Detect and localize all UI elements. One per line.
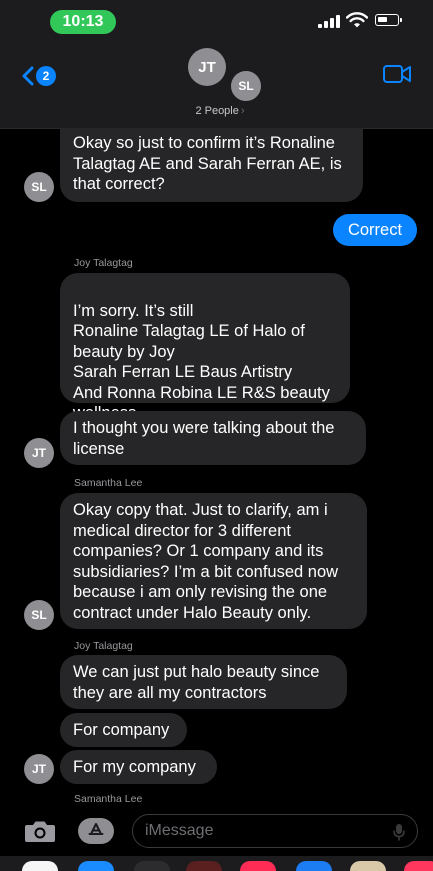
- unread-badge: 2: [36, 66, 56, 86]
- status-time: 10:13: [50, 10, 116, 34]
- sender-name: Samantha Lee: [74, 793, 143, 805]
- people-count-label: 2 People: [195, 105, 239, 117]
- message-input[interactable]: [132, 814, 418, 848]
- app-icon[interactable]: [404, 861, 433, 871]
- avatar-jt[interactable]: JT: [24, 754, 54, 784]
- signal-icon: [318, 14, 340, 28]
- video-camera-icon[interactable]: [383, 65, 411, 83]
- message-text: Correct: [347, 221, 403, 239]
- avatar-sl[interactable]: SL: [229, 69, 263, 103]
- app-icon[interactable]: [350, 861, 386, 871]
- message-bubble[interactable]: I thought you were talking about the lic…: [60, 411, 366, 465]
- message-text: For company: [73, 721, 170, 739]
- app-store-app-icon[interactable]: [78, 861, 114, 871]
- message-bubble[interactable]: For company: [60, 713, 187, 747]
- message-text: We can just put halo beauty since they a…: [73, 663, 320, 702]
- chevron-right-icon: ›: [240, 105, 245, 117]
- message-text: Okay copy that. Just to clarify, am i me…: [73, 501, 339, 622]
- sender-name: Samantha Lee: [74, 477, 143, 489]
- message-thread[interactable]: Okay so just to confirm it’s Ronaline Ta…: [0, 128, 433, 808]
- conversation-header: 2 JT SL 2 People ›: [0, 40, 433, 129]
- app-store-button[interactable]: [78, 818, 114, 844]
- app-icon[interactable]: [134, 861, 170, 871]
- message-bubble-outgoing[interactable]: Correct: [333, 214, 417, 246]
- avatar-jt[interactable]: JT: [24, 438, 54, 468]
- back-button[interactable]: 2: [22, 62, 56, 90]
- back-chevron-icon: [22, 66, 34, 86]
- wifi-icon: [346, 12, 368, 28]
- app-icon[interactable]: [296, 861, 332, 871]
- sender-name: Joy Talagtag: [74, 640, 133, 652]
- message-bubble[interactable]: I’m sorry. It’s still Ronaline Talagtag …: [60, 273, 350, 422]
- message-text: For my company: [73, 758, 196, 776]
- compose-bar: [0, 808, 433, 856]
- message-bubble[interactable]: Okay copy that. Just to clarify, am i me…: [60, 493, 367, 629]
- avatar-sl[interactable]: SL: [24, 600, 54, 630]
- battery-icon: [375, 14, 402, 26]
- app-store-icon: [88, 823, 104, 835]
- photos-app-icon[interactable]: [22, 861, 58, 871]
- camera-icon[interactable]: [24, 819, 56, 843]
- app-icon[interactable]: [240, 861, 276, 871]
- sender-name: Joy Talagtag: [74, 257, 133, 269]
- message-text: I thought you were talking about the lic…: [73, 419, 335, 458]
- message-bubble[interactable]: We can just put halo beauty since they a…: [60, 655, 347, 709]
- microphone-icon[interactable]: [393, 823, 405, 841]
- status-bar: 10:13: [0, 0, 433, 40]
- avatar-jt[interactable]: JT: [188, 48, 226, 86]
- message-bubble[interactable]: For my company: [60, 750, 217, 784]
- message-text: Okay so just to confirm it’s Ronaline Ta…: [73, 134, 342, 193]
- app-drawer: [0, 856, 433, 871]
- avatar-sl[interactable]: SL: [24, 172, 54, 202]
- message-text: I’m sorry. It’s still Ronaline Talagtag …: [73, 301, 330, 423]
- message-bubble[interactable]: Okay so just to confirm it’s Ronaline Ta…: [60, 128, 363, 202]
- group-details-link[interactable]: 2 People ›: [180, 105, 260, 117]
- app-icon[interactable]: [186, 861, 222, 871]
